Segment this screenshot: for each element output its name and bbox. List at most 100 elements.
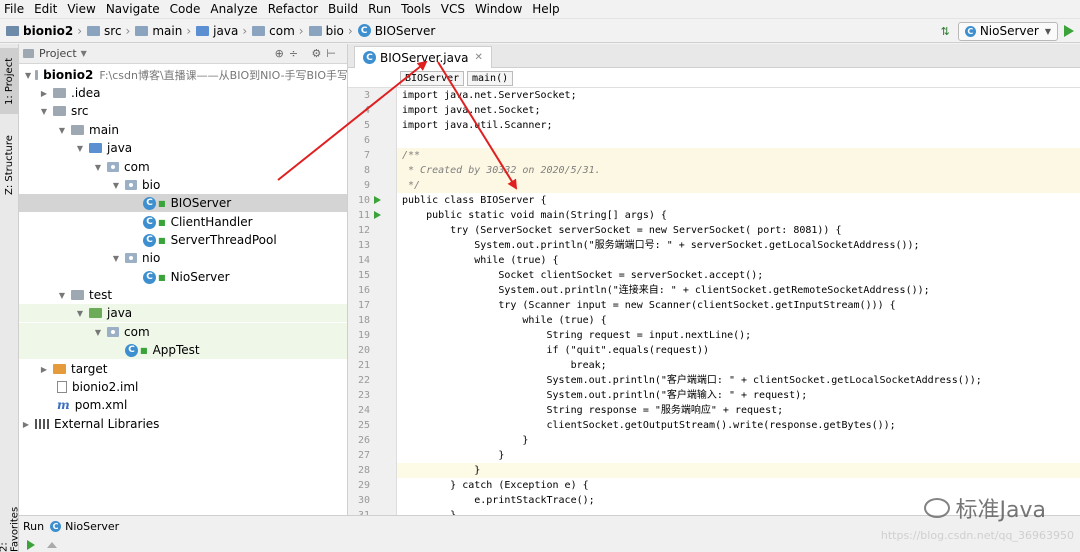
crumb-class-pill[interactable]: BIOServer (400, 71, 465, 86)
tree-row-clienthandler[interactable]: C ■ ClientHandler (19, 213, 347, 231)
expand-arrow-icon[interactable]: ▼ (25, 71, 31, 80)
tree-row-apptest[interactable]: C ■ AppTest (19, 341, 347, 359)
rerun-button[interactable] (27, 539, 35, 550)
tab-project-tool[interactable]: 1: Project (0, 48, 19, 114)
tab-favorites-tool[interactable]: 2: Favorites (0, 498, 21, 552)
tree-row-nioserver[interactable]: C ■ NioServer (19, 268, 347, 286)
class-icon: C (363, 51, 376, 64)
menu-view[interactable]: View (67, 2, 95, 16)
expand-arrow-icon[interactable]: ▼ (57, 126, 67, 135)
expand-arrow-icon[interactable]: ▼ (111, 181, 121, 190)
tree-row-bioserver[interactable]: C ■ BIOServer (19, 194, 347, 212)
menu-edit[interactable]: Edit (34, 2, 57, 16)
expand-arrow-icon[interactable]: ▼ (57, 291, 67, 300)
crumb-src[interactable]: src › (87, 24, 135, 38)
expand-arrow-icon[interactable]: ▼ (75, 144, 85, 153)
tree-row-iml[interactable]: bionio2.iml (19, 378, 347, 396)
run-marker-icon: ■ (140, 345, 148, 355)
line-number: 12 (357, 225, 370, 236)
menu-navigate[interactable]: Navigate (106, 2, 160, 16)
project-panel-title[interactable]: Project (39, 47, 77, 60)
menu-build[interactable]: Build (328, 2, 358, 16)
tree-row-target[interactable]: ▶ target (19, 360, 347, 378)
run-config-name[interactable]: NioServer (65, 520, 119, 533)
tree-row-external-libraries[interactable]: ▶ External Libraries (19, 415, 347, 433)
chevron-down-icon[interactable]: ▼ (81, 49, 87, 58)
close-icon[interactable]: ✕ (474, 52, 482, 63)
expand-arrow-icon[interactable]: ▼ (39, 107, 49, 116)
editor-gutter: 3 4 5 6 7 8 9 10 11 12 13 14 15 16 17 18… (348, 88, 397, 515)
crumb-com[interactable]: com › (252, 24, 308, 38)
line-number: 14 (357, 255, 370, 266)
crumb-java[interactable]: java › (196, 24, 252, 38)
menu-file[interactable]: File (4, 2, 24, 16)
chevron-right-icon: › (242, 23, 248, 38)
class-icon: C (143, 196, 156, 210)
expand-arrow-icon[interactable]: ▼ (93, 163, 103, 172)
crumb-project[interactable]: bionio2 › (6, 24, 87, 38)
tab-bioserver-java[interactable]: C BIOServer.java ✕ (354, 46, 492, 68)
tree-row-com[interactable]: ▼ com (19, 158, 347, 176)
menu-run[interactable]: Run (368, 2, 391, 16)
line-number: 25 (357, 420, 370, 431)
run-gutter-icon[interactable] (374, 211, 381, 219)
editor-breadcrumb: BIOServer main() (348, 68, 1080, 88)
line-number: 23 (357, 390, 370, 401)
tree-row-main[interactable]: ▼ main (19, 121, 347, 139)
menu-code[interactable]: Code (170, 2, 201, 16)
tree-label: bionio2.iml (72, 380, 139, 394)
expand-arrow-icon[interactable]: ▼ (93, 328, 103, 337)
crumb-main[interactable]: main › (135, 24, 196, 38)
code-editor[interactable]: import java.net.ServerSocket; import jav… (397, 88, 1080, 515)
collapse-arrow-icon[interactable]: ▶ (39, 89, 49, 98)
tab-structure-tool[interactable]: Z: Structure (0, 128, 19, 202)
tree-label: java (107, 306, 133, 320)
tree-row-src[interactable]: ▼ src (19, 102, 347, 120)
tree-label: BIOServer (170, 196, 232, 210)
code-line: public static void main(String[] args) { (402, 210, 667, 221)
crumb-method-pill[interactable]: main() (467, 71, 514, 86)
run-gutter-icon[interactable] (374, 196, 381, 204)
run-button[interactable] (1064, 25, 1074, 37)
crumb-class[interactable]: C BIOServer (357, 24, 435, 38)
line-number: 7 (363, 150, 370, 161)
panel-tools-icons[interactable]: ⊕÷ ⚙⊢ (275, 47, 341, 60)
line-number: 28 (357, 465, 370, 476)
watermark: 标准Java (923, 492, 1046, 524)
collapse-arrow-icon[interactable]: ▶ (21, 420, 31, 429)
code-line: System.out.println("连接来自: " + clientSock… (402, 285, 930, 296)
run-label[interactable]: Run (23, 520, 44, 533)
tree-row-nio[interactable]: ▼ nio (19, 249, 347, 267)
expand-arrow-icon[interactable]: ▼ (75, 309, 85, 318)
crumb-bio[interactable]: bio › (308, 24, 358, 38)
tree-label: src (71, 104, 89, 118)
class-icon: C (357, 24, 371, 37)
menu-analyze[interactable]: Analyze (210, 2, 257, 16)
library-icon (35, 419, 49, 429)
tree-row-java-main[interactable]: ▼ java (19, 139, 347, 157)
code-line: break; (402, 360, 607, 371)
tree-row-bio[interactable]: ▼ bio (19, 176, 347, 194)
class-icon: C (964, 25, 976, 37)
tree-row-java-test[interactable]: ▼ java (19, 304, 347, 322)
tree-row-idea[interactable]: ▶ .idea (19, 84, 347, 102)
tree-row-root[interactable]: ▼ bionio2 F:\csdn博客\直播课——从BIO到NIO-手写BIO手写 (19, 66, 347, 84)
code-line: public class BIOServer { (402, 195, 547, 206)
run-config-select[interactable]: C NioServer ▼ (957, 21, 1058, 41)
collapse-arrow-icon[interactable]: ▶ (39, 365, 49, 374)
build-arrows-icon[interactable]: ⇅ (941, 25, 950, 38)
tree-row-pom[interactable]: m pom.xml (19, 396, 347, 414)
menu-vcs[interactable]: VCS (441, 2, 465, 16)
tree-row-com-test[interactable]: ▼ com (19, 323, 347, 341)
menu-window[interactable]: Window (475, 2, 522, 16)
menu-help[interactable]: Help (532, 2, 559, 16)
tree-row-test[interactable]: ▼ test (19, 286, 347, 304)
run-marker-icon: ■ (158, 217, 166, 227)
menu-tools[interactable]: Tools (401, 2, 431, 16)
up-arrow-icon[interactable] (47, 541, 57, 548)
line-number: 5 (363, 120, 370, 131)
tree-row-serverthreadpool[interactable]: C ■ ServerThreadPool (19, 231, 347, 249)
menu-refactor[interactable]: Refactor (268, 2, 318, 16)
expand-arrow-icon[interactable]: ▼ (111, 254, 121, 263)
code-line: if ("quit".equals(request)) (402, 345, 710, 356)
